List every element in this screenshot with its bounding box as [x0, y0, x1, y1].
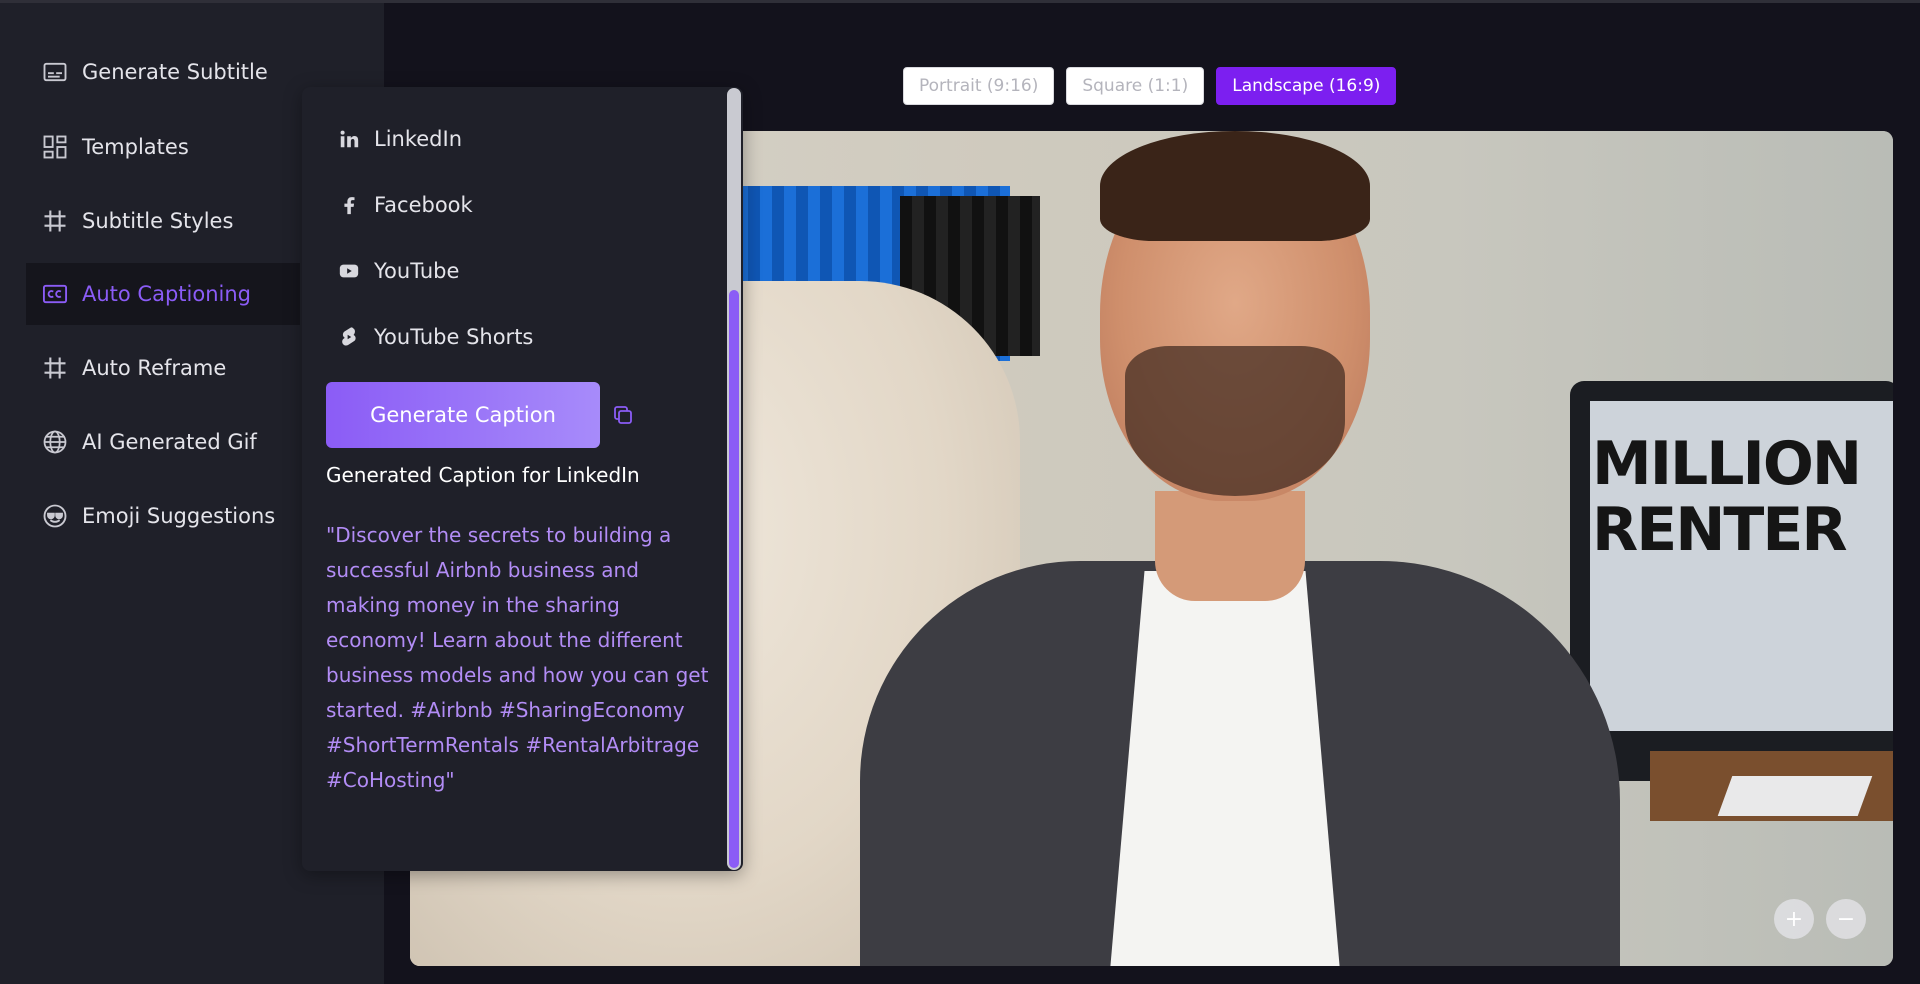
zoom-in-button[interactable]: +: [1774, 899, 1814, 939]
person-beard: [1125, 346, 1345, 496]
generated-caption-text: "Discover the secrets to building a succ…: [326, 523, 709, 792]
platform-linkedin[interactable]: LinkedIn: [338, 119, 462, 159]
portrait-ratio-button[interactable]: Portrait (9:16): [903, 67, 1055, 105]
subtitle-icon: [40, 57, 70, 87]
hash-icon: [40, 353, 70, 383]
person-neck: [1155, 491, 1305, 601]
sidebar-item-label: AI Generated Gif: [82, 430, 257, 454]
hash-icon: [40, 206, 70, 236]
sidebar-item-ai-generated-gif[interactable]: AI Generated Gif: [26, 411, 300, 473]
sidebar-item-label: Auto Reframe: [82, 356, 227, 380]
sidebar-item-templates[interactable]: Templates: [26, 116, 300, 178]
sidebar-item-label: Generate Subtitle: [82, 60, 268, 84]
emoji-icon: [40, 501, 70, 531]
generate-caption-button[interactable]: Generate Caption: [326, 382, 600, 448]
platform-facebook[interactable]: Facebook: [338, 185, 473, 225]
person-shirt: [1110, 571, 1340, 966]
landscape-ratio-button[interactable]: Landscape (16:9): [1216, 67, 1397, 105]
platform-label: Facebook: [374, 193, 473, 217]
monitor-text: MILLION RENTER: [1592, 429, 1862, 565]
platform-youtube-shorts[interactable]: YouTube Shorts: [338, 317, 533, 357]
platform-label: YouTube Shorts: [374, 325, 534, 349]
cc-icon: [40, 279, 70, 309]
sidebar-item-label: Templates: [82, 135, 189, 159]
sidebar-item-label: Auto Captioning: [82, 282, 251, 306]
youtube-shorts-icon: [338, 326, 360, 348]
keyboard: [1717, 776, 1873, 816]
aspect-ratio-selector: Portrait (9:16) Square (1:1) Landscape (…: [903, 67, 1397, 105]
facebook-icon: [338, 194, 360, 216]
generated-caption-title: Generated Caption for LinkedIn: [326, 463, 640, 487]
linkedin-icon: [338, 128, 360, 150]
sidebar-item-label: Emoji Suggestions: [82, 504, 276, 528]
platform-youtube[interactable]: YouTube: [338, 251, 459, 291]
youtube-icon: [338, 260, 360, 282]
copy-icon[interactable]: [611, 403, 635, 427]
sidebar-item-auto-captioning[interactable]: Auto Captioning: [26, 263, 300, 325]
platform-label: YouTube: [374, 259, 460, 283]
square-ratio-button[interactable]: Square (1:1): [1066, 67, 1205, 105]
sidebar-item-subtitle-styles[interactable]: Subtitle Styles: [26, 190, 300, 252]
sidebar-item-emoji-suggestions[interactable]: Emoji Suggestions: [26, 485, 300, 547]
popover-scrollbar-thumb[interactable]: [729, 290, 739, 868]
person-hair: [1100, 131, 1370, 241]
globe-icon: [40, 427, 70, 457]
sidebar-item-label: Subtitle Styles: [82, 209, 234, 233]
zoom-out-button[interactable]: −: [1826, 899, 1866, 939]
sidebar-item-generate-subtitle[interactable]: Generate Subtitle: [26, 41, 300, 103]
platform-label: LinkedIn: [374, 127, 463, 151]
templates-icon: [40, 132, 70, 162]
sidebar-item-auto-reframe[interactable]: Auto Reframe: [26, 337, 300, 399]
